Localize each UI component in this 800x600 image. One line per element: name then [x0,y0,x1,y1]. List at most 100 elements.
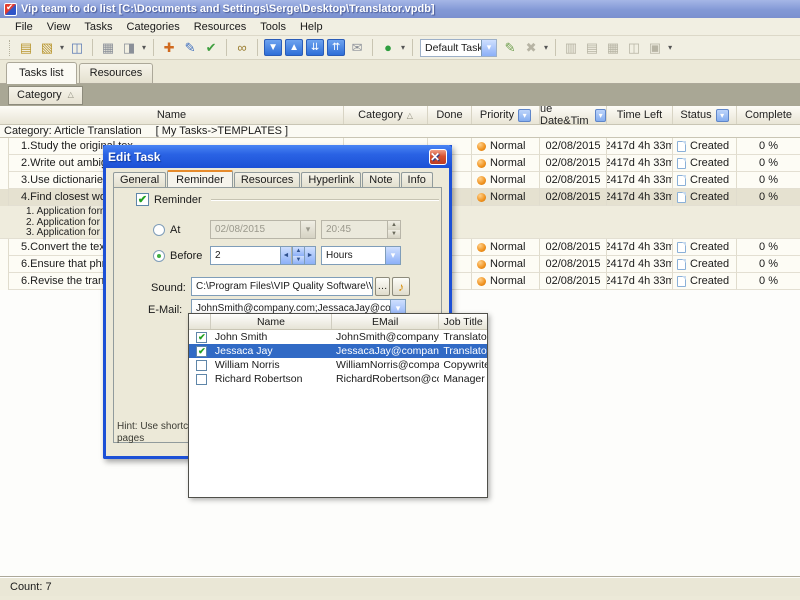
reminder-checkbox[interactable]: ✔ [136,193,149,206]
category-group-row[interactable]: Category: Article Translation [ My Tasks… [0,125,800,138]
titlebar: Vip team to do list [C:\Documents and Se… [0,0,800,18]
contacts-checkbox-column-header[interactable] [189,314,211,329]
tab-resources[interactable]: Resources [79,63,154,83]
dialog-tab-info[interactable]: Info [401,172,433,188]
status-filter-dropdown-icon[interactable]: ▾ [716,109,729,122]
view-tabstrip: Tasks list Resources [0,60,800,84]
chevron-down-icon[interactable]: ▾ [385,247,400,264]
move-to-bottom-icon[interactable]: ⇊ [306,39,324,56]
before-spinner-buttons[interactable]: ▲▼ [291,247,304,264]
contact-row[interactable]: Richard RobertsonRichardRobertson@compan… [189,372,487,386]
contact-row[interactable]: William NorrisWilliamNorris@company.comC… [189,358,487,372]
menu-tools[interactable]: Tools [253,19,293,35]
menu-tasks[interactable]: Tasks [77,19,119,35]
toolbar-separator [412,39,413,56]
due-date-filter-dropdown-icon[interactable]: ▾ [595,109,606,122]
column-header-name[interactable]: Name [0,106,344,124]
chevron-down-icon[interactable]: ▾ [481,40,496,56]
contact-checkbox[interactable] [196,374,207,385]
default-task-filter-combo[interactable]: Default Task V▾ [420,39,497,57]
app-icon [4,3,17,16]
toolbar-caret-icon[interactable]: ▾ [542,43,550,52]
dialog-tab-hyperlink[interactable]: Hyperlink [301,172,361,188]
save-database-icon[interactable]: ◫ [67,38,87,58]
priority-filter-dropdown-icon[interactable]: ▾ [518,109,531,122]
toolbar-caret-icon[interactable]: ▾ [399,43,407,52]
column-header-time-left[interactable]: Time Left [607,106,673,124]
contact-job-title: Copywriter [439,359,487,371]
open-database-icon[interactable]: ▧ [37,38,57,58]
toolbar-caret-icon[interactable]: ▾ [58,43,66,52]
menu-help[interactable]: Help [293,19,330,35]
before-radio[interactable] [153,250,165,262]
toolbar-separator [555,39,556,56]
new-database-icon[interactable]: ▤ [16,38,36,58]
before-unit-combobox[interactable]: Hours ▾ [321,246,401,265]
contact-checkbox[interactable]: ✔ [196,332,207,343]
group-by-category-button[interactable]: Category △ [8,86,83,105]
filter-icon[interactable]: ● [378,38,398,58]
toolbar-separator [92,39,93,56]
filter-icon: ● [384,41,392,54]
contact-row[interactable]: ✔John SmithJohnSmith@company.comTranslat… [189,330,487,344]
move-down-icon[interactable]: ▼ [264,39,282,56]
status-label: Created [690,241,729,253]
task-priority-cell: Normal [472,273,540,290]
contact-checkbox[interactable] [196,360,207,371]
time-spinner-buttons: ▲▼ [387,221,400,238]
column-header-priority[interactable]: Priority▾ [472,106,540,124]
contact-checkbox[interactable]: ✔ [196,346,207,357]
toolbar-separator [372,39,373,56]
assign-task-icon[interactable]: ✔ [201,38,221,58]
contacts-email-column-header[interactable]: EMail [332,314,439,329]
sound-browse-button[interactable]: … [375,277,390,296]
menu-file[interactable]: File [8,19,40,35]
priority-label: Normal [490,140,525,152]
contact-job-title: Manager [439,373,487,385]
at-radio[interactable] [153,224,165,236]
column-header-category[interactable]: Category△ [344,106,428,124]
column-header-status[interactable]: Status▾ [673,106,737,124]
print-icon: ▦ [102,41,114,54]
at-time-value: 20:45 [322,224,387,235]
column-header-done[interactable]: Done [428,106,472,124]
task-priority-cell: Normal [472,172,540,189]
print-preview-icon[interactable]: ◨ [119,38,139,58]
edit-task-dialog-title: Edit Task [108,150,429,164]
column-header-due-date[interactable]: ue Date&Tim▾ [540,106,607,124]
move-to-top-icon[interactable]: ⇈ [327,39,345,56]
sound-play-button[interactable]: ♪ [392,277,410,296]
menu-view[interactable]: View [40,19,78,35]
contacts-job-column-header[interactable]: Job Title [439,314,487,329]
priority-label: Normal [490,157,525,169]
view-panel-5-icon: ▣ [649,41,661,54]
edit-task-icon[interactable]: ✎ [180,38,200,58]
dialog-close-button[interactable]: ✕ [429,149,447,165]
toolbar-caret-icon[interactable]: ▾ [140,43,148,52]
contacts-header-row: Name EMail Job Title [189,314,487,330]
sound-path-input[interactable]: C:\Program Files\VIP Quality Software\VI… [191,277,373,296]
task-complete-cell: 0 % [737,172,800,189]
contact-email: JohnSmith@company.com [332,331,439,343]
print-icon[interactable]: ▦ [98,38,118,58]
find-icon[interactable]: ∞ [232,38,252,58]
group-by-bar: Category △ [0,84,800,106]
contact-row[interactable]: ✔Jessaca JayJessacaJay@company.comTransl… [189,344,487,358]
column-header-complete[interactable]: Complete [737,106,800,124]
contacts-name-column-header[interactable]: Name [211,314,332,329]
spin-right-icon[interactable]: ► [304,247,315,264]
dialog-tab-note[interactable]: Note [362,172,399,188]
dialog-tab-general[interactable]: General [113,172,166,188]
new-task-icon[interactable]: ✚ [159,38,179,58]
dialog-tab-resources[interactable]: Resources [234,172,301,188]
menu-resources[interactable]: Resources [187,19,254,35]
move-up-icon[interactable]: ▲ [285,39,303,56]
priority-normal-icon [477,243,486,252]
spin-left-icon[interactable]: ◄ [280,247,291,264]
edit-filter-icon[interactable]: ✎ [500,38,520,58]
send-email-icon[interactable]: ✉ [347,38,367,58]
toolbar-caret-icon[interactable]: ▾ [666,43,674,52]
menu-categories[interactable]: Categories [120,19,187,35]
tab-tasks-list[interactable]: Tasks list [6,62,77,84]
before-value-spinner[interactable]: 2 ◄ ▲▼ ► [210,246,316,265]
